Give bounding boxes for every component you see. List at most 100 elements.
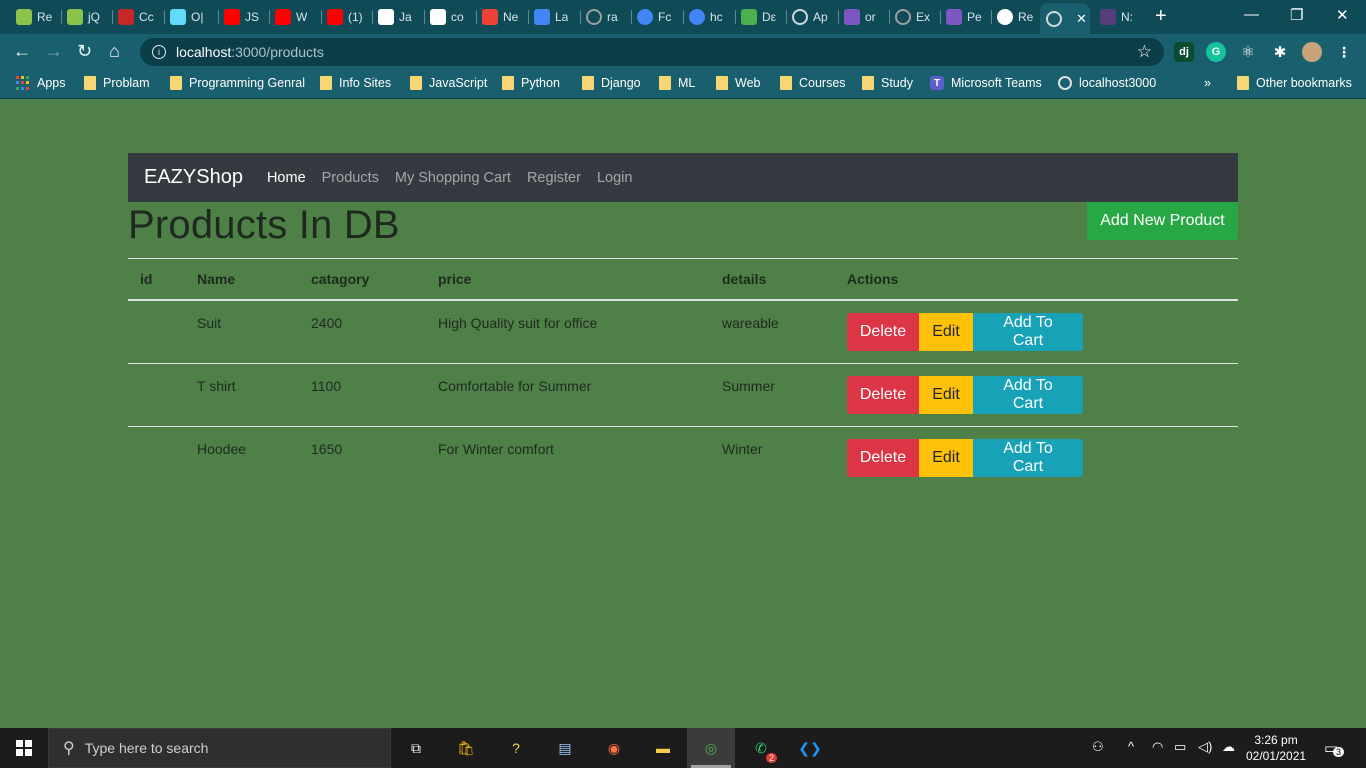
file-app-icon[interactable]: ▤ xyxy=(553,736,577,760)
people-icon[interactable]: ⚇ xyxy=(1092,739,1104,755)
browser-tab[interactable]: Cc xyxy=(118,5,154,29)
browser-tab[interactable]: ra xyxy=(586,5,618,29)
browser-tab[interactable]: Fc xyxy=(637,5,671,29)
delete-button[interactable]: Delete xyxy=(847,438,919,477)
nav-shopping-cart[interactable]: My Shopping Cart xyxy=(395,170,511,186)
bookmark-item[interactable]: Other bookmarks xyxy=(1237,76,1352,90)
bookmark-item[interactable]: Apps xyxy=(16,76,66,90)
browser-tab[interactable]: Ne xyxy=(482,5,518,29)
back-icon[interactable]: ← xyxy=(13,41,31,61)
django-extension-icon[interactable]: dj xyxy=(1174,42,1194,62)
profile-avatar[interactable] xyxy=(1302,42,1322,62)
windows-start-icon[interactable] xyxy=(16,740,32,756)
bookmark-item[interactable]: Python xyxy=(502,76,560,90)
bookmark-item[interactable]: Problam xyxy=(84,76,150,90)
add-to-cart-button[interactable]: Add To Cart xyxy=(973,438,1083,477)
tray-chevron-up-icon[interactable]: ^ xyxy=(1128,739,1134,754)
globe-icon xyxy=(1046,10,1062,27)
react-devtools-icon[interactable]: ⚛ xyxy=(1238,42,1258,62)
bookmark-item[interactable]: Courses xyxy=(780,76,846,90)
bookmark-item[interactable]: Django xyxy=(582,76,641,90)
sticky-notes-icon[interactable]: ? xyxy=(504,736,528,760)
edit-button[interactable]: Edit xyxy=(919,375,973,414)
bookmark-label: Apps xyxy=(37,76,66,90)
edit-button[interactable]: Edit xyxy=(919,438,973,477)
browser-tab[interactable]: Ap xyxy=(792,5,828,29)
taskbar-clock[interactable]: 3:26 pm 02/01/2021 xyxy=(1246,732,1306,764)
bookmark-item[interactable]: » xyxy=(1204,76,1211,90)
browser-tab[interactable]: (1) xyxy=(327,5,363,29)
file-explorer-icon[interactable]: ▬ xyxy=(651,736,675,760)
reload-icon[interactable]: ↻ xyxy=(77,41,92,61)
close-window-icon[interactable]: ✕ xyxy=(1336,6,1349,24)
tab-separator xyxy=(112,10,113,24)
tab-separator xyxy=(269,10,270,24)
browser-tab[interactable]: Ex xyxy=(895,5,930,29)
browser-tab[interactable]: O| xyxy=(170,5,203,29)
brand-logo[interactable]: EAZYShop xyxy=(144,166,243,189)
browser-tab[interactable]: N: xyxy=(1100,5,1133,29)
edit-button[interactable]: Edit xyxy=(919,313,973,351)
nav-products[interactable]: Products xyxy=(322,170,379,186)
browser-tab[interactable]: Dε xyxy=(741,5,776,29)
browser-tab[interactable]: or xyxy=(844,5,876,29)
browser-tab[interactable]: ✕ xyxy=(1040,3,1090,34)
volume-icon[interactable]: ◁) xyxy=(1198,739,1212,755)
browser-tab[interactable]: Re xyxy=(16,5,52,29)
cell-details: Winter xyxy=(722,440,763,457)
tab-close-icon[interactable]: ✕ xyxy=(1076,11,1087,27)
home-icon[interactable]: ⌂ xyxy=(109,41,120,61)
nav-register[interactable]: Register xyxy=(527,170,581,186)
browser-tab[interactable]: Pe xyxy=(946,5,982,29)
store-icon[interactable]: 🛍 xyxy=(454,736,478,760)
add-to-cart-button[interactable]: Add To Cart xyxy=(973,313,1083,351)
browser-tab[interactable]: JS xyxy=(224,5,259,29)
address-bar[interactable]: i localhost:3000/products ☆ xyxy=(140,38,1164,66)
folder-icon xyxy=(1237,76,1249,90)
whatsapp-icon[interactable]: ✆ 2 xyxy=(749,736,777,763)
onedrive-cloud-icon[interactable]: ☁ xyxy=(1222,739,1235,755)
youtube-icon xyxy=(224,9,240,25)
bookmark-star-icon[interactable]: ☆ xyxy=(1137,42,1152,62)
action-center-icon[interactable]: ▭ 3 xyxy=(1324,739,1345,757)
forward-icon[interactable]: → xyxy=(45,41,63,61)
bookmark-item[interactable]: localhost3000 xyxy=(1058,76,1156,90)
site-info-icon[interactable]: i xyxy=(152,45,166,59)
bookmark-item[interactable]: Web xyxy=(716,76,760,90)
nav-home[interactable]: Home xyxy=(267,170,306,186)
battery-icon[interactable]: ▭ xyxy=(1174,739,1186,755)
browser-tab[interactable]: Ja xyxy=(378,5,412,29)
browser-tab[interactable]: co xyxy=(430,5,464,29)
task-view-icon[interactable]: ⧉ xyxy=(404,736,428,760)
bookmark-item[interactable]: Programming Genral xyxy=(170,76,305,90)
bookmark-item[interactable]: Study xyxy=(862,76,913,90)
header-details: details xyxy=(710,259,835,301)
browser-tab[interactable]: Re xyxy=(997,5,1033,29)
extensions-puzzle-icon[interactable]: ✱ xyxy=(1270,42,1290,62)
add-to-cart-button[interactable]: Add To Cart xyxy=(973,375,1083,414)
add-new-product-button[interactable]: Add New Product xyxy=(1087,202,1238,240)
new-tab-button[interactable]: + xyxy=(1155,6,1167,26)
browser-tab[interactable]: W xyxy=(275,5,307,29)
browser-tab[interactable]: hc xyxy=(689,5,723,29)
restore-icon[interactable]: ❐ xyxy=(1290,6,1303,24)
browser-tab[interactable]: La xyxy=(534,5,568,29)
delete-button[interactable]: Delete xyxy=(847,313,919,351)
browser-app-icon[interactable]: ◉ xyxy=(602,736,626,760)
minimize-icon[interactable]: — xyxy=(1244,6,1259,23)
tab-title: Pe xyxy=(967,10,982,24)
bookmark-item[interactable]: ML xyxy=(659,76,695,90)
taskbar-search-box[interactable]: ⚲ Type here to search xyxy=(48,728,391,768)
wifi-icon[interactable]: ◠ xyxy=(1152,739,1163,755)
bookmark-item[interactable]: JavaScript xyxy=(410,76,487,90)
vscode-icon[interactable]: ❮❯ xyxy=(798,736,822,760)
grammarly-extension-icon[interactable]: G xyxy=(1206,42,1226,62)
nav-login[interactable]: Login xyxy=(597,170,632,186)
menu-kebab-icon[interactable]: ⋮ xyxy=(1334,42,1354,62)
bookmark-item[interactable]: Info Sites xyxy=(320,76,391,90)
delete-button[interactable]: Delete xyxy=(847,375,919,414)
browser-tab[interactable]: jQ xyxy=(67,5,100,29)
cell-name: Suit xyxy=(185,300,299,364)
chrome-icon[interactable]: ◎ xyxy=(699,736,723,760)
bookmark-item[interactable]: T Microsoft Teams xyxy=(930,76,1042,90)
